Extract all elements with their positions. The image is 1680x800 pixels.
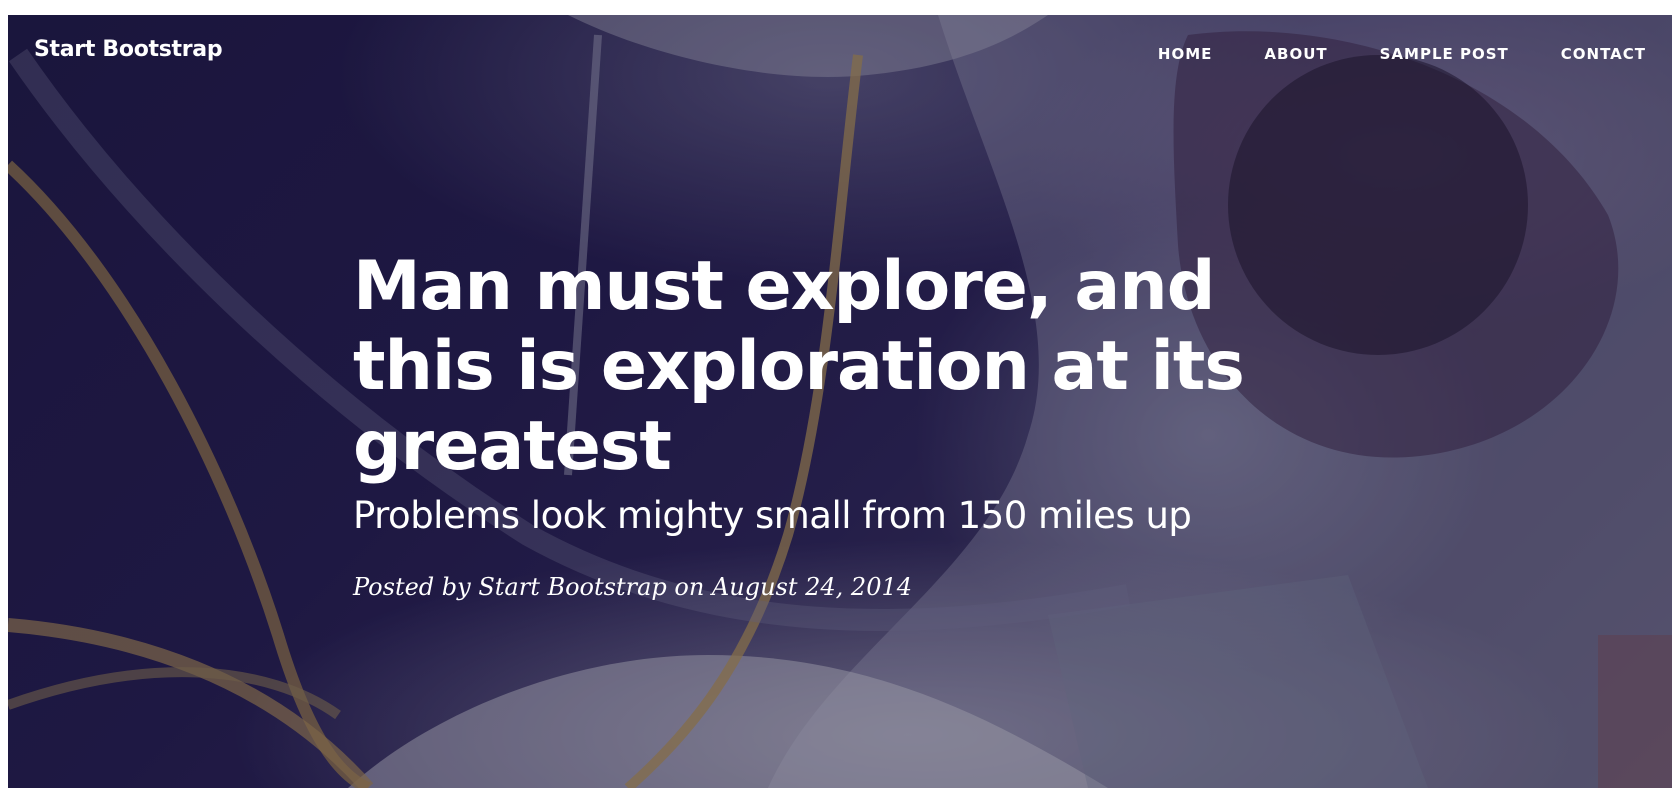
nav-item-home: HOME bbox=[1158, 45, 1212, 64]
post-subtitle: Problems look mighty small from 150 mile… bbox=[353, 494, 1192, 537]
nav-link-about[interactable]: ABOUT bbox=[1264, 45, 1327, 63]
nav-link-contact[interactable]: CONTACT bbox=[1561, 45, 1646, 63]
nav-links: HOME ABOUT SAMPLE POST CONTACT bbox=[1106, 45, 1646, 64]
nav-item-about: ABOUT bbox=[1264, 45, 1327, 64]
nav-item-contact: CONTACT bbox=[1561, 45, 1646, 64]
post-title: Man must explore, and this is exploratio… bbox=[353, 247, 1245, 486]
nav-link-home[interactable]: HOME bbox=[1158, 45, 1212, 63]
post-heading: Man must explore, and this is exploratio… bbox=[353, 247, 1273, 603]
nav-item-sample-post: SAMPLE POST bbox=[1380, 45, 1509, 64]
post-meta: Posted by Start Bootstrap on August 24, … bbox=[353, 573, 912, 601]
brand-link[interactable]: Start Bootstrap bbox=[34, 37, 223, 62]
navbar: Start Bootstrap HOME ABOUT SAMPLE POST C… bbox=[8, 15, 1672, 95]
post-header-hero: Start Bootstrap HOME ABOUT SAMPLE POST C… bbox=[8, 15, 1672, 788]
nav-link-sample-post[interactable]: SAMPLE POST bbox=[1380, 45, 1509, 63]
